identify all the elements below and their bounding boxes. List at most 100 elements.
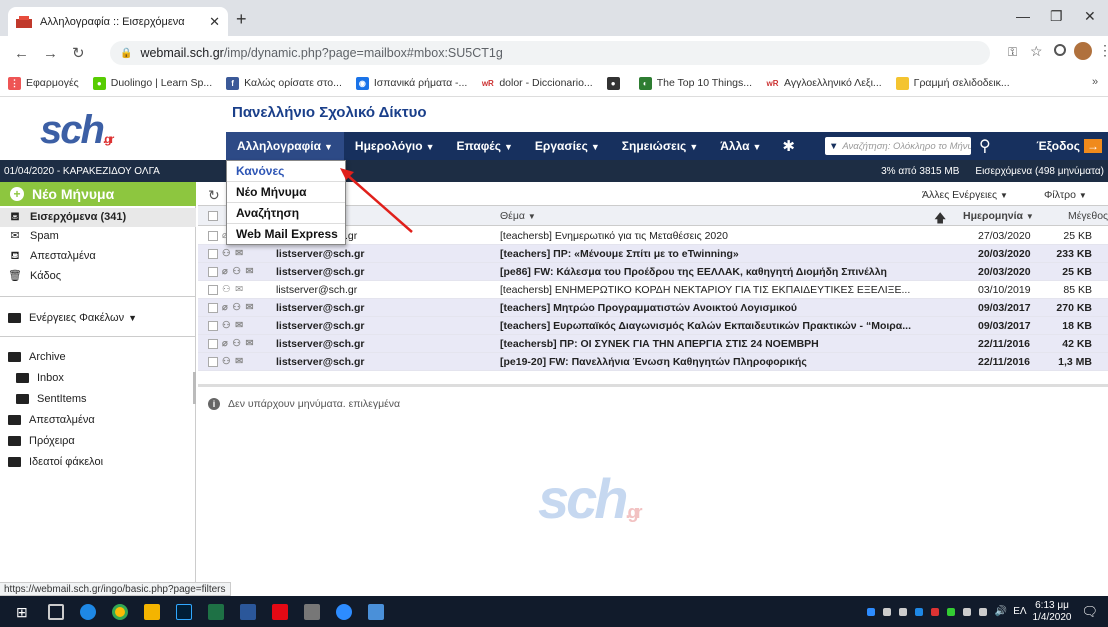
folder-drafts[interactable]: Πρόχειρα — [8, 435, 75, 447]
row-checkbox[interactable] — [208, 338, 218, 349]
tray-storage-icon[interactable] — [898, 607, 907, 616]
bookmark-dolor[interactable]: wR dolor - Diccionario... — [481, 76, 593, 90]
extension-icon[interactable] — [1054, 44, 1066, 56]
browser-menu-icon[interactable]: ⋮ — [1098, 42, 1108, 59]
folder-sent-2[interactable]: Απεσταλμένα — [8, 414, 95, 426]
sch-logo[interactable]: sch.gr — [40, 108, 114, 153]
bookmark-dictionary[interactable]: wR Αγγλοελληνικό Λεξι... — [766, 76, 882, 90]
bookmark-spanish-verbs[interactable]: ◉ Ισπανικά ρήματα -... — [355, 76, 467, 90]
menu-item-search[interactable]: Αναζήτηση — [227, 203, 345, 224]
restore-icon[interactable]: ❐ — [1050, 8, 1063, 25]
window-close-icon[interactable]: ✕ — [1084, 8, 1096, 25]
star-icon[interactable]: ☆ — [1030, 43, 1043, 60]
other-actions-button[interactable]: Άλλες Ενέργειες ▼ — [922, 189, 1008, 201]
menu-mail[interactable]: Αλληλογραφία ▼ — [226, 132, 344, 160]
folder-archive-inbox[interactable]: Inbox — [16, 372, 64, 384]
gear-icon[interactable]: ✱ — [782, 137, 795, 155]
profile-avatar[interactable] — [1074, 42, 1092, 60]
clock[interactable]: 6:13 μμ 1/4/2020 — [1033, 600, 1072, 624]
bookmark-top10[interactable]: ◐ The Top 10 Things... — [638, 76, 752, 90]
menu-item-new-message[interactable]: Νέο Μήνυμα — [227, 182, 345, 203]
tray-antivirus-icon[interactable] — [930, 607, 939, 616]
language-indicator[interactable]: ΕΛ — [1013, 606, 1026, 617]
minimize-icon[interactable]: — — [1016, 8, 1030, 24]
tray-app-icon[interactable] — [946, 607, 955, 616]
excel-icon[interactable] — [208, 603, 224, 620]
table-row[interactable]: ⚇ ✉ listserver@sch.gr [teachers] ΠΡ: «Μένο… — [198, 245, 1108, 263]
search-scope-caret-icon[interactable]: ▼ — [829, 141, 838, 152]
table-row[interactable]: ⌀ ⚇ ✉ listserver@sch.gr [pe86] FW: Κάλεσμα… — [198, 263, 1108, 281]
bookmarks-more-icon[interactable]: » — [1092, 76, 1098, 88]
table-row[interactable]: ⚇ ✉ listserver@sch.gr [teachers] Ευρωπαϊκό… — [198, 317, 1108, 335]
bookmark-facebook[interactable]: f Καλώς ορίσατε στο... — [226, 76, 342, 90]
search-icon[interactable]: ⚲ — [979, 136, 991, 156]
table-row[interactable]: ⚇ ✉ listserver@sch.gr [teachersb] ΕΝΗΜΕΡΩΤ… — [198, 281, 1108, 299]
search-input[interactable]: ▼ Αναζήτηση: Ολόκληρο το Μήνυμα — [824, 137, 971, 155]
bookmark-folder[interactable]: Γραμμή σελιδοδεικ... — [895, 76, 1010, 90]
photoshop-icon[interactable] — [176, 603, 192, 620]
table-row[interactable]: ⌀ ⚇ ✉ listserver@sch.gr [teachersb] ΠΡ: ΟΙ… — [198, 335, 1108, 353]
zoom-icon[interactable] — [336, 603, 352, 620]
tray-bluetooth-icon[interactable] — [914, 607, 923, 616]
tray-usb-icon[interactable] — [882, 607, 891, 616]
sidebar-resize-handle[interactable] — [193, 372, 196, 404]
menu-contacts[interactable]: Επαφές ▼ — [445, 132, 523, 160]
column-subject[interactable]: Θέμα ▼ — [500, 210, 536, 222]
file-explorer-icon[interactable] — [144, 603, 160, 620]
row-checkbox[interactable] — [208, 302, 218, 313]
word-icon[interactable] — [240, 603, 256, 620]
url-field[interactable]: 🔒 webmail.sch.gr /imp/dynamic.php?page=m… — [110, 41, 990, 65]
tab-close-icon[interactable]: ✕ — [209, 14, 220, 30]
table-row[interactable]: ⌀ ⚇ ✉ listserver@sch.gr [teachers] Μητρώο … — [198, 299, 1108, 317]
logout-button[interactable]: Έξοδος → — [1036, 139, 1102, 153]
tray-battery-icon[interactable] — [962, 607, 971, 616]
select-all-checkbox[interactable] — [208, 211, 218, 221]
row-checkbox[interactable] — [208, 320, 218, 331]
folder-actions[interactable]: Ενέργειες Φακέλων ▼ — [8, 312, 137, 324]
table-row[interactable]: ⚇ ✉ listserver@sch.gr [pe19-20] FW: Πανελλ… — [198, 353, 1108, 371]
tray-zoom-icon[interactable] — [866, 607, 875, 616]
row-checkbox[interactable] — [208, 266, 218, 277]
menu-item-rules[interactable]: Κανόνες — [227, 161, 345, 182]
folder-sent[interactable]: ⛾ Απεσταλμένα — [8, 250, 96, 262]
column-size[interactable]: Μέγεθος — [1068, 210, 1108, 222]
bookmark-apps[interactable]: ⋮ Εφαρμογές — [8, 76, 79, 90]
windows-start-icon[interactable]: ⊞ — [16, 604, 32, 620]
netflix-icon[interactable] — [272, 603, 288, 620]
menu-notes[interactable]: Σημειώσεις ▼ — [611, 132, 709, 160]
tray-network-icon[interactable] — [978, 607, 987, 616]
app-icon[interactable] — [368, 603, 384, 620]
menu-item-webmail-express[interactable]: Web Mail Express — [227, 224, 345, 245]
task-view-icon[interactable] — [48, 603, 64, 620]
calculator-icon[interactable] — [304, 603, 320, 620]
forward-icon[interactable]: → — [43, 45, 58, 62]
chrome-icon[interactable] — [112, 603, 128, 620]
menu-tasks[interactable]: Εργασίες ▼ — [524, 132, 611, 160]
refresh-icon[interactable]: ↻ — [208, 187, 220, 204]
row-checkbox[interactable] — [208, 284, 218, 295]
folder-archive-sentitems[interactable]: SentItems — [16, 393, 87, 405]
folder-archive[interactable]: Archive — [8, 351, 66, 363]
column-date[interactable]: Ημερομηνία ▼ — [963, 210, 1034, 222]
folder-virtual[interactable]: Ιδεατοί φάκελοι — [8, 456, 103, 468]
reload-icon[interactable]: ↻ — [72, 44, 85, 62]
key-icon[interactable]: ⚿ — [1008, 45, 1017, 60]
edge-icon[interactable] — [80, 603, 96, 620]
back-icon[interactable]: ← — [14, 45, 29, 62]
filter-button[interactable]: Φίλτρο ▼ — [1044, 189, 1087, 201]
new-message-button[interactable]: + Νέο Μήνυμα — [0, 182, 196, 206]
bookmark-github[interactable]: ● — [606, 76, 625, 90]
row-checkbox[interactable] — [208, 248, 218, 259]
folder-trash[interactable]: 🗑 Κάδος — [8, 270, 61, 282]
row-checkbox[interactable] — [208, 356, 218, 367]
folder-spam[interactable]: ✉ Spam — [8, 230, 58, 242]
new-tab-button[interactable]: + — [236, 9, 247, 30]
bookmark-duolingo[interactable]: ● Duolingo | Learn Sp... — [92, 76, 212, 90]
menu-calendar[interactable]: Ημερολόγιο ▼ — [344, 132, 446, 160]
folder-inbox[interactable]: ⛾ Εισερχόμενα (341) — [8, 211, 127, 223]
row-checkbox[interactable] — [208, 230, 218, 241]
browser-tab[interactable]: Αλληλογραφία :: Εισερχόμενα ✕ — [8, 7, 228, 36]
volume-icon[interactable]: 🔊 — [995, 606, 1007, 617]
menu-other[interactable]: Άλλα ▼ — [709, 132, 772, 160]
notifications-icon[interactable]: 🗨 — [1081, 604, 1098, 620]
